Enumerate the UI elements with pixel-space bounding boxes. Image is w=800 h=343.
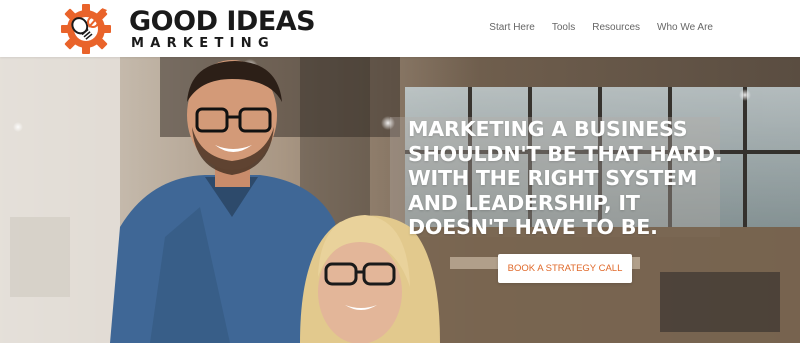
nav-item-resources[interactable]: Resources — [592, 21, 640, 35]
nav-item-tools[interactable]: Tools — [552, 21, 575, 35]
hero-headline-line: AND LEADERSHIP, IT — [408, 190, 640, 215]
brand-logo[interactable]: GOOD IDEAS MARKETING — [58, 2, 316, 54]
hero-headline-line: DOESN'T HAVE TO BE. — [408, 215, 658, 239]
hero-headline: MARKETING A BUSINESS SHOULDN'T BE THAT H… — [408, 117, 738, 240]
brand-name-line2: MARKETING — [131, 36, 275, 51]
hero-headline-line: MARKETING A BUSINESS — [408, 117, 688, 141]
hero-section: MARKETING A BUSINESS SHOULDN'T BE THAT H… — [0, 57, 800, 343]
main-nav: Start Here Tools Resources Who We Are — [489, 21, 713, 35]
nav-item-start-here[interactable]: Start Here — [489, 21, 535, 35]
nav-item-who-we-are[interactable]: Who We Are — [657, 21, 713, 35]
brand-name-line1: GOOD IDEAS — [129, 6, 316, 37]
book-strategy-call-button[interactable]: BOOK A STRATEGY CALL — [498, 254, 632, 283]
hero-headline-line: SHOULDN'T BE THAT HARD. — [408, 141, 723, 166]
gear-lightbulb-icon — [61, 4, 111, 54]
site-header: GOOD IDEAS MARKETING Start Here Tools Re… — [0, 0, 800, 57]
hero-headline-line: WITH THE RIGHT SYSTEM — [408, 166, 698, 190]
